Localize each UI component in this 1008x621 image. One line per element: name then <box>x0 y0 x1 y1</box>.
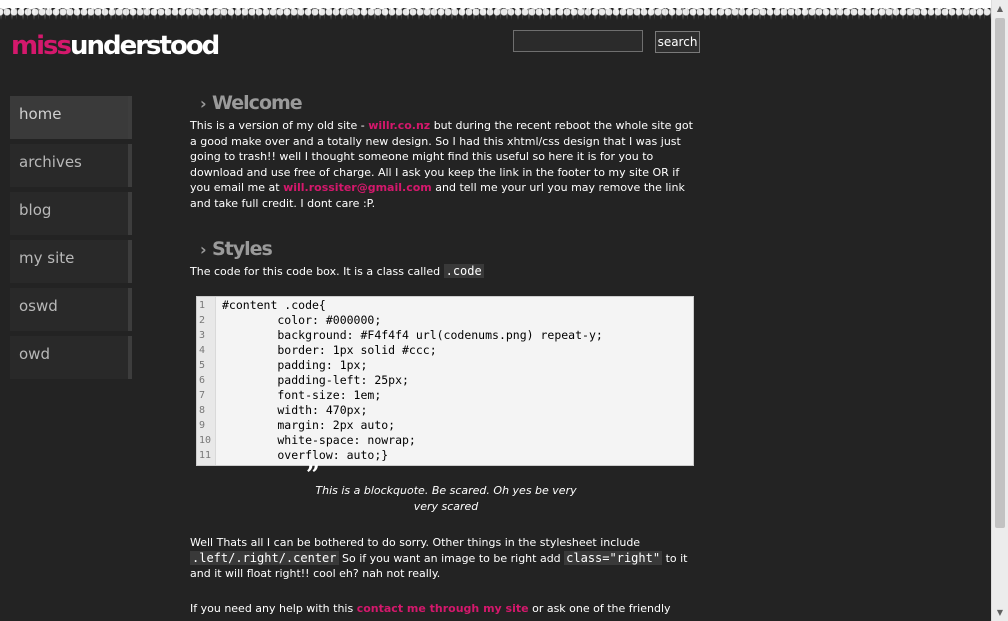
code-line: 8 width: 470px; <box>197 403 693 418</box>
text-span: This is a version of my old site - <box>190 119 369 132</box>
chevron-right-icon: › <box>200 239 207 259</box>
inline-code: .left/.right/.center <box>190 550 339 565</box>
code-line: 7 font-size: 1em; <box>197 388 693 403</box>
nav-item-my-site[interactable]: my site <box>10 240 132 283</box>
code-text: white-space: nowrap; <box>222 433 416 447</box>
code-line: 6 padding-left: 25px; <box>197 373 693 388</box>
search-button[interactable]: search <box>655 31 700 53</box>
nav-item-archives[interactable]: archives <box>10 144 132 187</box>
styles-heading-text: Styles <box>212 237 273 260</box>
code-line: 10 white-space: nowrap; <box>197 433 693 448</box>
logo-understood: understood <box>69 31 220 61</box>
code-text: border: 1px solid #ccc; <box>222 343 437 357</box>
line-number: 1 <box>199 300 206 311</box>
closing-paragraph: Well Thats all I can be bothered to do s… <box>190 535 702 582</box>
code-text: padding: 1px; <box>222 358 368 372</box>
line-number: 6 <box>199 375 206 386</box>
link-email[interactable]: will.rossiter@gmail.com <box>283 181 432 194</box>
inline-code: class="right" <box>564 550 663 565</box>
line-number: 7 <box>199 390 206 401</box>
logo-miss: miss <box>11 31 72 61</box>
scroll-down-arrow-icon[interactable]: ▼ <box>992 604 1008 621</box>
line-number: 11 <box>199 450 212 461</box>
line-number: 8 <box>199 405 206 416</box>
link-willr[interactable]: willr.co.nz <box>368 119 430 132</box>
code-line: 4 border: 1px solid #ccc; <box>197 343 693 358</box>
text-span: Well Thats all I can be bothered to do s… <box>190 536 641 549</box>
styles-paragraph: The code for this code box. It is a clas… <box>190 263 700 280</box>
link-contact[interactable]: contact me through my site <box>357 602 529 615</box>
code-line: 9 margin: 2px auto; <box>197 418 693 433</box>
nav-item-home[interactable]: home <box>10 96 132 139</box>
search-input[interactable] <box>513 30 643 52</box>
code-line: 11 overflow: auto;} <box>197 448 693 463</box>
line-number: 5 <box>199 360 206 371</box>
site-logo[interactable]: missunderstood <box>11 31 220 61</box>
torn-paper-header-edge <box>0 0 991 22</box>
nav-item-blog[interactable]: blog <box>10 192 132 235</box>
line-number: 2 <box>199 315 206 326</box>
scrollbar-thumb[interactable] <box>995 18 1005 528</box>
text-span: or ask one of the friendly <box>528 601 671 615</box>
code-text: font-size: 1em; <box>222 388 382 402</box>
help-paragraph: If you need any help with this contact m… <box>190 601 702 617</box>
inline-code: .code <box>443 263 484 278</box>
code-text: color: #000000; <box>222 313 382 327</box>
code-text: background: #F4f4f4 url(codenums.png) re… <box>222 328 603 342</box>
code-line: 5 padding: 1px; <box>197 358 693 373</box>
closing-content: Well Thats all I can be bothered to do s… <box>190 535 702 616</box>
quote-mark-icon: ” <box>306 460 320 489</box>
styles-heading: › Styles <box>200 237 700 261</box>
code-text: width: 470px; <box>222 403 368 417</box>
nav-item-owd[interactable]: owd <box>10 336 132 379</box>
text-span: The code for this code box. It is a clas… <box>190 264 444 278</box>
text-span: If you need any help with this <box>190 601 357 615</box>
line-number: 4 <box>199 345 206 356</box>
welcome-paragraph: This is a version of my old site - willr… <box>190 118 700 212</box>
line-number: 3 <box>199 330 206 341</box>
code-text: margin: 2px auto; <box>222 418 396 432</box>
blockquote: This is a blockquote. Be scared. Oh yes … <box>315 484 577 513</box>
sidebar-nav: home archives blog my site oswd owd <box>10 96 132 384</box>
scroll-up-arrow-icon[interactable]: ▲ <box>992 0 1008 17</box>
code-line: 2 color: #000000; <box>197 313 693 328</box>
nav-item-oswd[interactable]: oswd <box>10 288 132 331</box>
line-number: 9 <box>199 420 206 431</box>
line-number: 10 <box>199 435 212 446</box>
text-span: So if you want an image to be right add <box>338 551 565 565</box>
chevron-right-icon: › <box>200 94 207 113</box>
welcome-heading: › Welcome <box>200 92 700 115</box>
welcome-heading-text: Welcome <box>212 92 303 114</box>
vertical-scrollbar[interactable]: ▲ ▼ <box>991 0 1008 621</box>
code-line: 1 #content .code{ <box>197 298 693 313</box>
code-line: 3 background: #F4f4f4 url(codenums.png) … <box>197 328 693 343</box>
main-content: › Welcome This is a version of my old si… <box>190 92 700 279</box>
code-box[interactable]: 1 #content .code{ 2 color: #000000; 3 bac… <box>196 296 694 466</box>
code-text: padding-left: 25px; <box>222 373 409 387</box>
code-text: #content .code{ <box>222 298 326 312</box>
